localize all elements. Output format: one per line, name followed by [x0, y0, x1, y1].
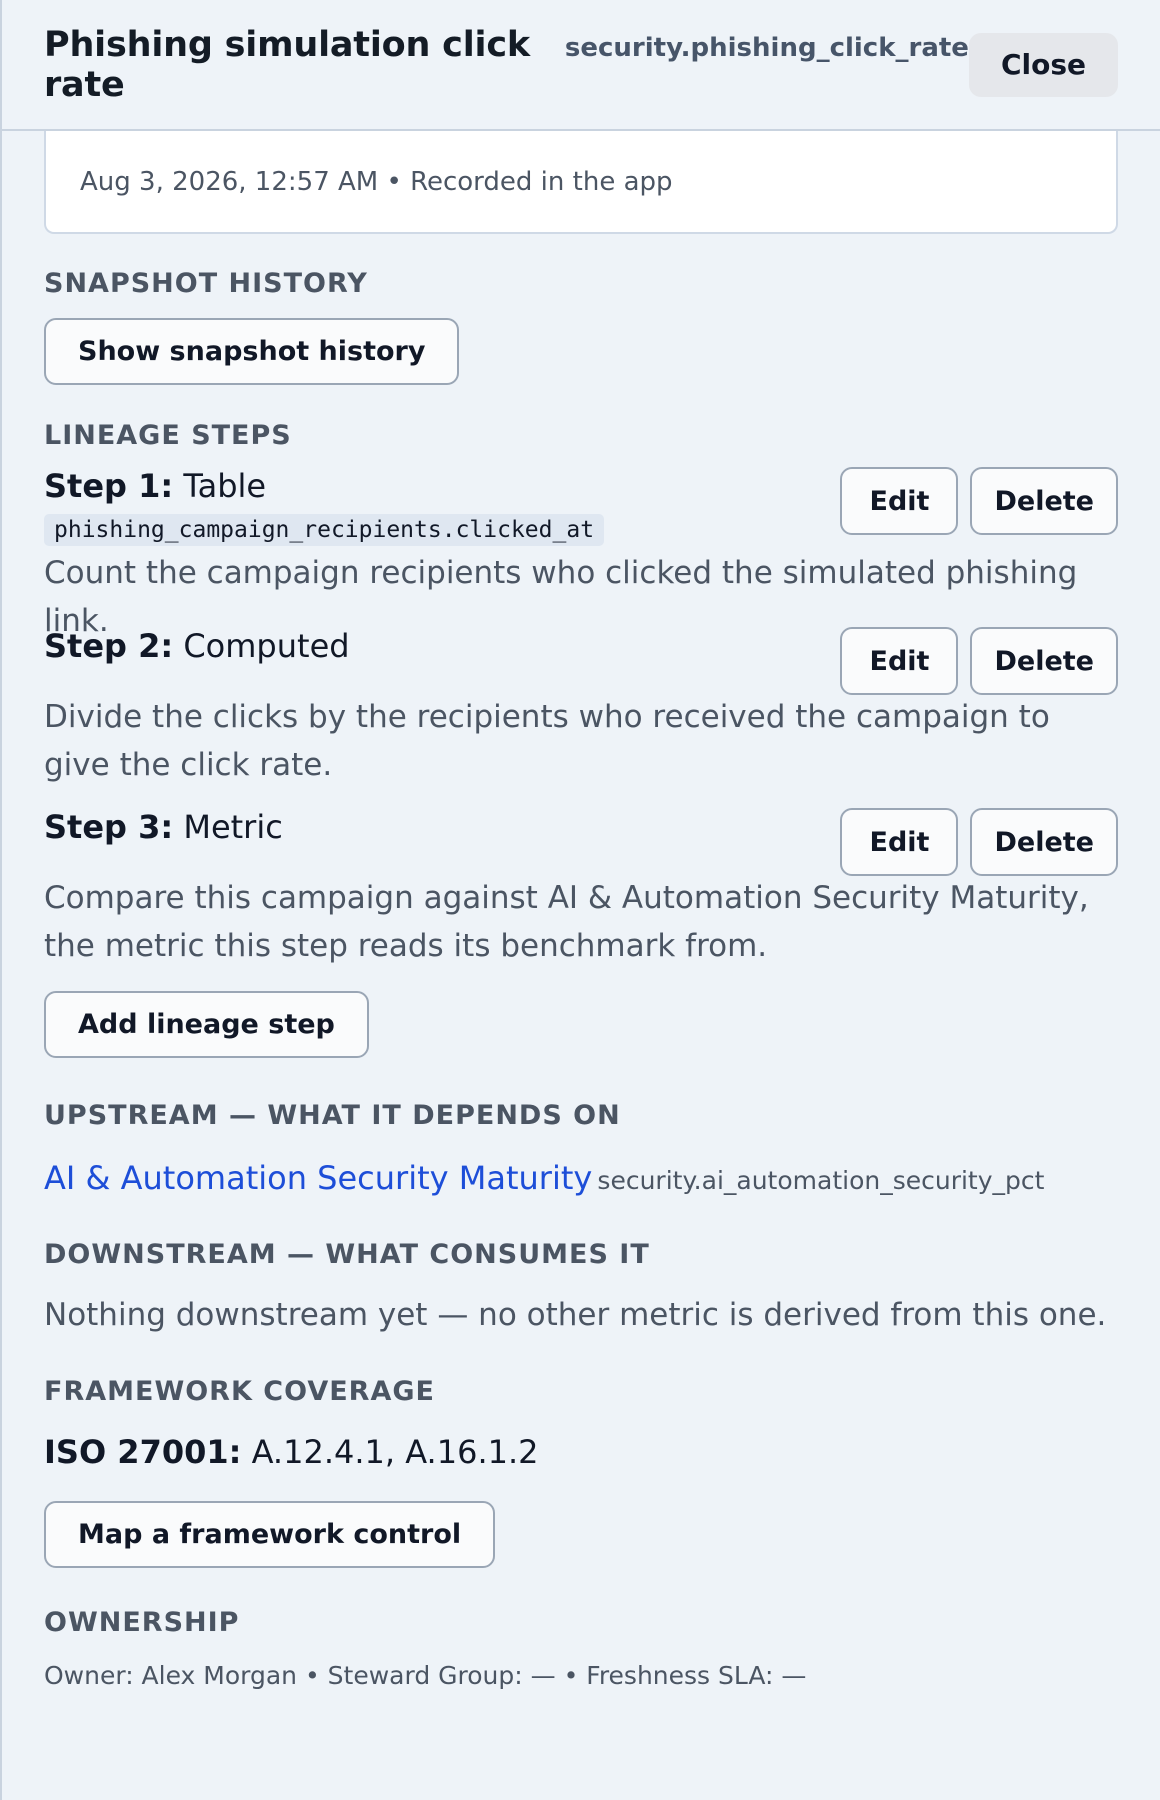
step-actions: Edit Delete	[840, 467, 1118, 535]
framework-mapping: ISO 27001: A.12.4.1, A.16.1.2	[44, 1433, 1118, 1471]
step-label: Step 1:	[44, 467, 174, 505]
snapshot-section-title: SNAPSHOT HISTORY	[44, 268, 368, 299]
lineage-section-title: LINEAGE STEPS	[44, 420, 292, 451]
upstream-item: AI & Automation Security Maturity securi…	[44, 1159, 1118, 1197]
upstream-section-title: UPSTREAM — WHAT IT DEPENDS ON	[44, 1100, 621, 1131]
step-label: Step 2:	[44, 627, 174, 665]
metric-detail-panel: Phishing simulation click rate security.…	[0, 0, 1160, 1800]
map-framework-control-button[interactable]: Map a framework control	[44, 1501, 496, 1568]
show-snapshot-history-button[interactable]: Show snapshot history	[44, 318, 460, 385]
upstream-metric-link[interactable]: AI & Automation Security Maturity	[44, 1159, 592, 1197]
framework-section: FRAMEWORK COVERAGE ISO 27001: A.12.4.1, …	[44, 1376, 1118, 1568]
edit-step-button[interactable]: Edit	[840, 808, 959, 876]
step-description: Divide the clicks by the recipients who …	[44, 699, 1050, 783]
step-source-code: phishing_campaign_recipients.clicked_at	[44, 514, 605, 546]
panel-content: Aug 3, 2026, 12:57 AM • Recorded in the …	[2, 131, 1160, 1690]
downstream-section-title: DOWNSTREAM — WHAT CONSUMES IT	[44, 1239, 650, 1270]
delete-step-button[interactable]: Delete	[970, 808, 1118, 876]
page-title: Phishing simulation click rate	[44, 24, 530, 105]
edit-step-button[interactable]: Edit	[840, 627, 959, 695]
delete-step-button[interactable]: Delete	[970, 467, 1118, 535]
ownership-section: OWNERSHIP Owner: Alex Morgan • Steward G…	[44, 1607, 1118, 1690]
step-title: Step 3: Metric	[44, 808, 283, 846]
step-type: Table	[183, 467, 267, 505]
close-button[interactable]: Close	[968, 32, 1118, 97]
step-row: Step 3: Metric Edit Delete	[44, 808, 1118, 876]
step-actions: Edit Delete	[840, 627, 1118, 695]
title-group: Phishing simulation click rate security.…	[44, 25, 969, 105]
step-type: Metric	[183, 808, 283, 846]
lineage-step-3: Step 3: Metric Edit Delete Compare this …	[44, 808, 1118, 992]
downstream-section: DOWNSTREAM — WHAT CONSUMES IT Nothing do…	[44, 1239, 1118, 1339]
step-actions: Edit Delete	[840, 808, 1118, 876]
step-title: Step 2: Computed	[44, 627, 350, 665]
step-title: Step 1: Table	[44, 467, 266, 505]
framework-section-title: FRAMEWORK COVERAGE	[44, 1376, 435, 1407]
recorded-text: Aug 3, 2026, 12:57 AM • Recorded in the …	[80, 166, 673, 197]
metric-key: security.phishing_click_rate	[564, 32, 969, 63]
framework-label: ISO 27001:	[44, 1433, 242, 1471]
edit-step-button[interactable]: Edit	[840, 467, 959, 535]
ownership-section-title: OWNERSHIP	[44, 1607, 240, 1638]
snapshot-section: SNAPSHOT HISTORY Show snapshot history	[44, 268, 1118, 385]
ownership-details: Owner: Alex Morgan • Steward Group: — • …	[44, 1661, 807, 1690]
delete-step-button[interactable]: Delete	[970, 627, 1118, 695]
upstream-section: UPSTREAM — WHAT IT DEPENDS ON AI & Autom…	[44, 1100, 1118, 1197]
upstream-metric-key: security.ai_automation_security_pct	[597, 1166, 1045, 1195]
add-lineage-step-button[interactable]: Add lineage step	[44, 991, 369, 1058]
step-row: Step 2: Computed Edit Delete	[44, 627, 1118, 695]
step-type: Computed	[183, 627, 350, 665]
step-label: Step 3:	[44, 808, 174, 846]
step-description: Compare this campaign against AI & Autom…	[44, 880, 1089, 964]
lineage-step-1: Step 1: Table Edit Delete phishing_campa…	[44, 467, 1118, 639]
recorded-card: Aug 3, 2026, 12:57 AM • Recorded in the …	[44, 131, 1118, 234]
lineage-step-2: Step 2: Computed Edit Delete Divide the …	[44, 627, 1118, 808]
framework-controls: A.12.4.1, A.16.1.2	[251, 1433, 539, 1471]
lineage-section: LINEAGE STEPS Step 1: Table Edit Delete …	[44, 420, 1118, 1058]
panel-header: Phishing simulation click rate security.…	[2, 0, 1160, 131]
downstream-empty-text: Nothing downstream yet — no other metric…	[44, 1297, 1107, 1333]
